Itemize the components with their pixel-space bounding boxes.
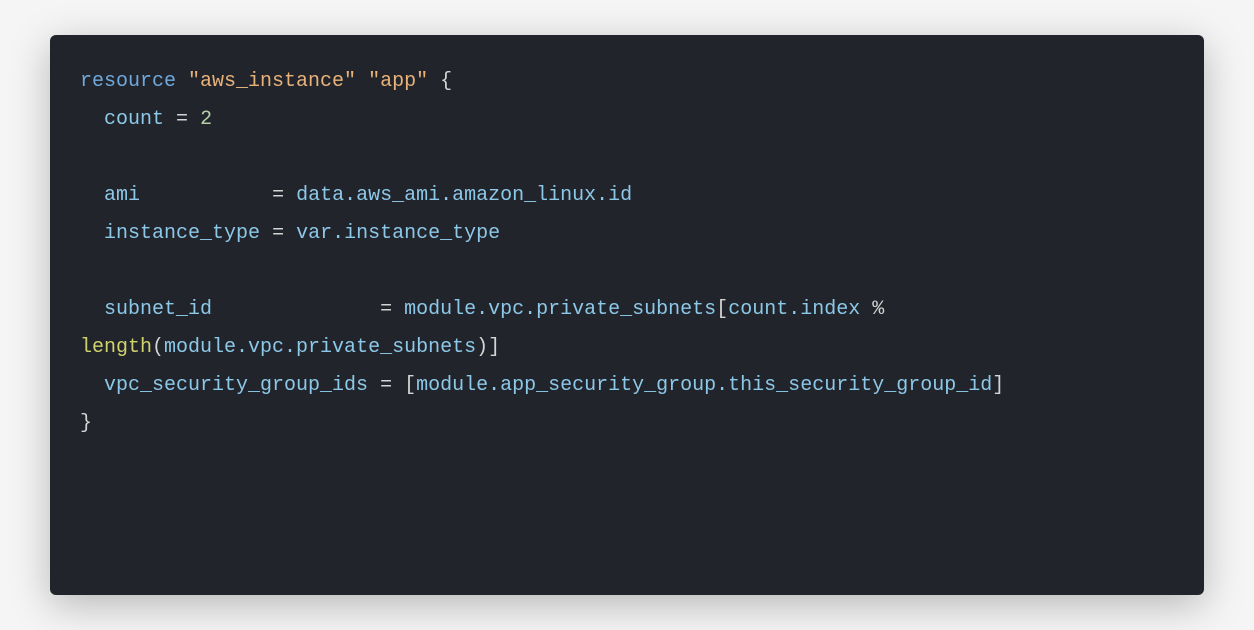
equals: = xyxy=(380,374,392,397)
equals: = xyxy=(380,298,392,321)
bracket-close: ] xyxy=(488,336,500,359)
ref-count-index: count.index xyxy=(728,298,860,321)
string-type: "aws_instance" xyxy=(188,70,356,93)
code-content: resource "aws_instance" "app" { count = … xyxy=(80,63,1174,443)
bracket-close: ] xyxy=(992,374,1004,397)
string-name: "app" xyxy=(368,70,428,93)
number-value: 2 xyxy=(200,108,212,131)
ref-sg: module.app_security_group.this_security_… xyxy=(416,374,992,397)
percent: % xyxy=(872,298,884,321)
attr-ami: ami xyxy=(104,184,140,207)
bracket-open: [ xyxy=(404,374,416,397)
equals: = xyxy=(176,108,188,131)
bracket-open: [ xyxy=(716,298,728,321)
ref-instance-type: var.instance_type xyxy=(296,222,500,245)
attr-sg-ids: vpc_security_group_ids xyxy=(104,374,368,397)
brace-close: } xyxy=(80,412,92,435)
ref-subnets: module.vpc.private_subnets xyxy=(404,298,716,321)
paren-close: ) xyxy=(476,336,488,359)
equals: = xyxy=(272,222,284,245)
equals: = xyxy=(272,184,284,207)
code-block: resource "aws_instance" "app" { count = … xyxy=(50,35,1204,595)
attr-count: count xyxy=(104,108,164,131)
fn-length: length xyxy=(80,336,152,359)
attr-subnet-id: subnet_id xyxy=(104,298,212,321)
brace-open: { xyxy=(440,70,452,93)
paren-open: ( xyxy=(152,336,164,359)
ref-ami: data.aws_ami.amazon_linux.id xyxy=(296,184,632,207)
keyword-resource: resource xyxy=(80,70,176,93)
ref-subnets2: module.vpc.private_subnets xyxy=(164,336,476,359)
attr-instance-type: instance_type xyxy=(104,222,260,245)
